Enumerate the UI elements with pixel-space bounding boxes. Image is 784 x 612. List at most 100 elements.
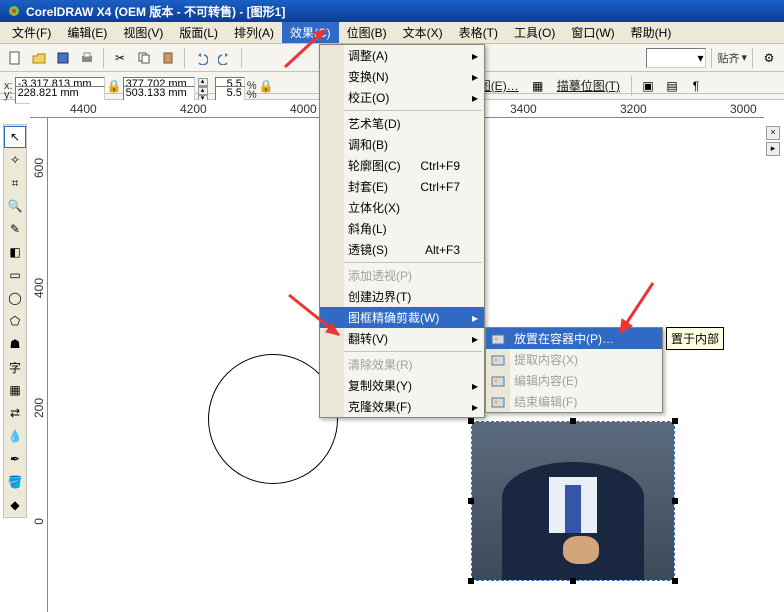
menu-item[interactable]: 位图(B) <box>339 22 395 43</box>
menu-row[interactable]: 斜角(L) <box>320 218 484 239</box>
shape-tool-icon[interactable]: ✧ <box>4 149 26 171</box>
undo-icon[interactable] <box>190 47 212 69</box>
menu-item[interactable]: 文本(X) <box>395 22 451 43</box>
selection-handle[interactable] <box>570 418 576 424</box>
lock-aspect-icon[interactable]: 🔒 <box>259 79 273 93</box>
effects-menu[interactable]: 调整(A)▸变换(N)▸校正(O)▸艺术笔(D)调和(B)轮廓图(C)Ctrl+… <box>319 44 485 418</box>
table-tool-icon[interactable]: ▦ <box>4 379 26 401</box>
basic-shapes-icon[interactable]: ☗ <box>4 333 26 355</box>
menu-row[interactable]: 透镜(S)Alt+F3 <box>320 239 484 260</box>
menu-item-label: 斜角(L) <box>348 220 387 237</box>
menu-item[interactable]: 工具(O) <box>506 22 563 43</box>
bitmap-image[interactable] <box>472 422 674 580</box>
menu-row: 编辑内容(E) <box>486 370 662 391</box>
menu-item[interactable]: 窗口(W) <box>563 22 622 43</box>
menu-item-label: 调和(B) <box>348 136 388 153</box>
menu-item-label: 创建边界(T) <box>348 288 411 305</box>
menu-row[interactable]: 调和(B) <box>320 134 484 155</box>
fill-tool-icon[interactable]: 🪣 <box>4 471 26 493</box>
menu-item-icon <box>324 378 340 394</box>
menu-item[interactable]: 表格(T) <box>451 22 506 43</box>
blend-tool-icon[interactable]: ⇄ <box>4 402 26 424</box>
menu-item[interactable]: 视图(V) <box>115 22 171 43</box>
menu-row[interactable]: 艺术笔(D) <box>320 113 484 134</box>
redo-icon[interactable] <box>214 47 236 69</box>
wrap-icon[interactable]: ¶ <box>685 75 707 97</box>
menu-item[interactable]: 帮助(H) <box>623 22 680 43</box>
shortcut-label: Ctrl+F9 <box>420 159 460 173</box>
text-tool-icon[interactable]: 字 <box>4 356 26 378</box>
menu-item-label: 校正(O) <box>348 89 389 106</box>
menu-row[interactable]: 克隆效果(F) ▸ <box>320 396 484 417</box>
selection-handle[interactable] <box>672 418 678 424</box>
rectangle-tool-icon[interactable]: ▭ <box>4 264 26 286</box>
copy-icon[interactable] <box>133 47 155 69</box>
new-icon[interactable] <box>4 47 26 69</box>
toolbox[interactable]: ↖ ✧ ⌗ 🔍 ✎ ◧ ▭ ◯ ⬠ ☗ 字 ▦ ⇄ 💧 ✒ 🪣 ◆ <box>3 124 27 518</box>
polygon-tool-icon[interactable]: ⬠ <box>4 310 26 332</box>
shortcut-label: Ctrl+F7 <box>420 180 460 194</box>
annotation-arrow-icon <box>280 22 340 72</box>
smart-fill-icon[interactable]: ◧ <box>4 241 26 263</box>
pick-tool-icon[interactable]: ↖ <box>4 126 26 148</box>
menu-item[interactable]: 版面(L) <box>171 22 226 43</box>
selection-handle[interactable] <box>672 578 678 584</box>
interactive-fill-icon[interactable]: ◆ <box>4 494 26 516</box>
submenu-arrow-icon: ▸ <box>472 400 478 414</box>
menu-item[interactable]: 排列(A) <box>226 22 282 43</box>
menu-item-label: 克隆效果(F) <box>348 398 411 415</box>
freehand-tool-icon[interactable]: ✎ <box>4 218 26 240</box>
tooltip: 置于内部 <box>666 327 724 350</box>
menu-item-icon <box>324 90 340 106</box>
right-panel[interactable]: × ▸ <box>766 124 782 158</box>
zoom-tool-icon[interactable]: 🔍 <box>4 195 26 217</box>
y-label: y: <box>4 89 13 101</box>
menu-item-icon <box>324 116 340 132</box>
close-panel-icon[interactable]: × <box>766 126 780 140</box>
annotation-arrow-icon <box>284 290 354 348</box>
menu-row[interactable]: 变换(N)▸ <box>320 66 484 87</box>
eyedropper-icon[interactable]: 💧 <box>4 425 26 447</box>
options-icon[interactable]: ⚙ <box>758 47 780 69</box>
menu-row[interactable]: 调整(A)▸ <box>320 45 484 66</box>
menu-item-label: 清除效果(R) <box>348 356 413 373</box>
menu-item-label: 提取内容(X) <box>514 351 578 368</box>
menu-item-icon <box>324 200 340 216</box>
selection-handle[interactable] <box>570 578 576 584</box>
open-icon[interactable] <box>28 47 50 69</box>
crop-icon[interactable]: ▣ <box>637 75 659 97</box>
snap-label: 贴齐 <box>717 50 739 66</box>
crop-tool-icon[interactable]: ⌗ <box>4 172 26 194</box>
menu-item-icon <box>324 357 340 373</box>
menu-bar[interactable]: 文件(F)编辑(E)视图(V)版面(L)排列(A)效果(C)位图(B)文本(X)… <box>0 22 784 44</box>
menu-item[interactable]: 编辑(E) <box>59 22 115 43</box>
outline-tool-icon[interactable]: ✒ <box>4 448 26 470</box>
menu-row[interactable]: 轮廓图(C)Ctrl+F9 <box>320 155 484 176</box>
resample-icon[interactable]: ▤ <box>661 75 683 97</box>
cut-icon[interactable]: ✂ <box>109 47 131 69</box>
paste-icon[interactable] <box>157 47 179 69</box>
selection-handle[interactable] <box>468 418 474 424</box>
menu-item-icon <box>490 331 506 347</box>
selection-handle[interactable] <box>468 498 474 504</box>
selection-handle[interactable] <box>468 578 474 584</box>
menu-row[interactable]: 立体化(X) <box>320 197 484 218</box>
menu-item-label: 添加透视(P) <box>348 267 412 284</box>
panel-icon[interactable]: ▸ <box>766 142 780 156</box>
zoom-combo[interactable]: ▾ <box>646 48 706 68</box>
save-icon[interactable] <box>52 47 74 69</box>
submenu-arrow-icon: ▸ <box>472 49 478 63</box>
menu-item-icon <box>324 179 340 195</box>
trace-bitmap-link[interactable]: 描摹位图(T) <box>551 75 626 96</box>
trace-icon[interactable]: ▦ <box>527 75 549 97</box>
menu-row: 添加透视(P) <box>320 265 484 286</box>
menu-item[interactable]: 文件(F) <box>4 22 59 43</box>
menu-row[interactable]: 封套(E)Ctrl+F7 <box>320 176 484 197</box>
print-icon[interactable] <box>76 47 98 69</box>
menu-row[interactable]: 校正(O)▸ <box>320 87 484 108</box>
menu-row[interactable]: 复制效果(Y)▸ <box>320 375 484 396</box>
ellipse-tool-icon[interactable]: ◯ <box>4 287 26 309</box>
menu-item-icon <box>490 373 506 389</box>
selection-handle[interactable] <box>672 498 678 504</box>
title-bar: CorelDRAW X4 (OEM 版本 - 不可转售) - [图形1] <box>0 0 784 22</box>
